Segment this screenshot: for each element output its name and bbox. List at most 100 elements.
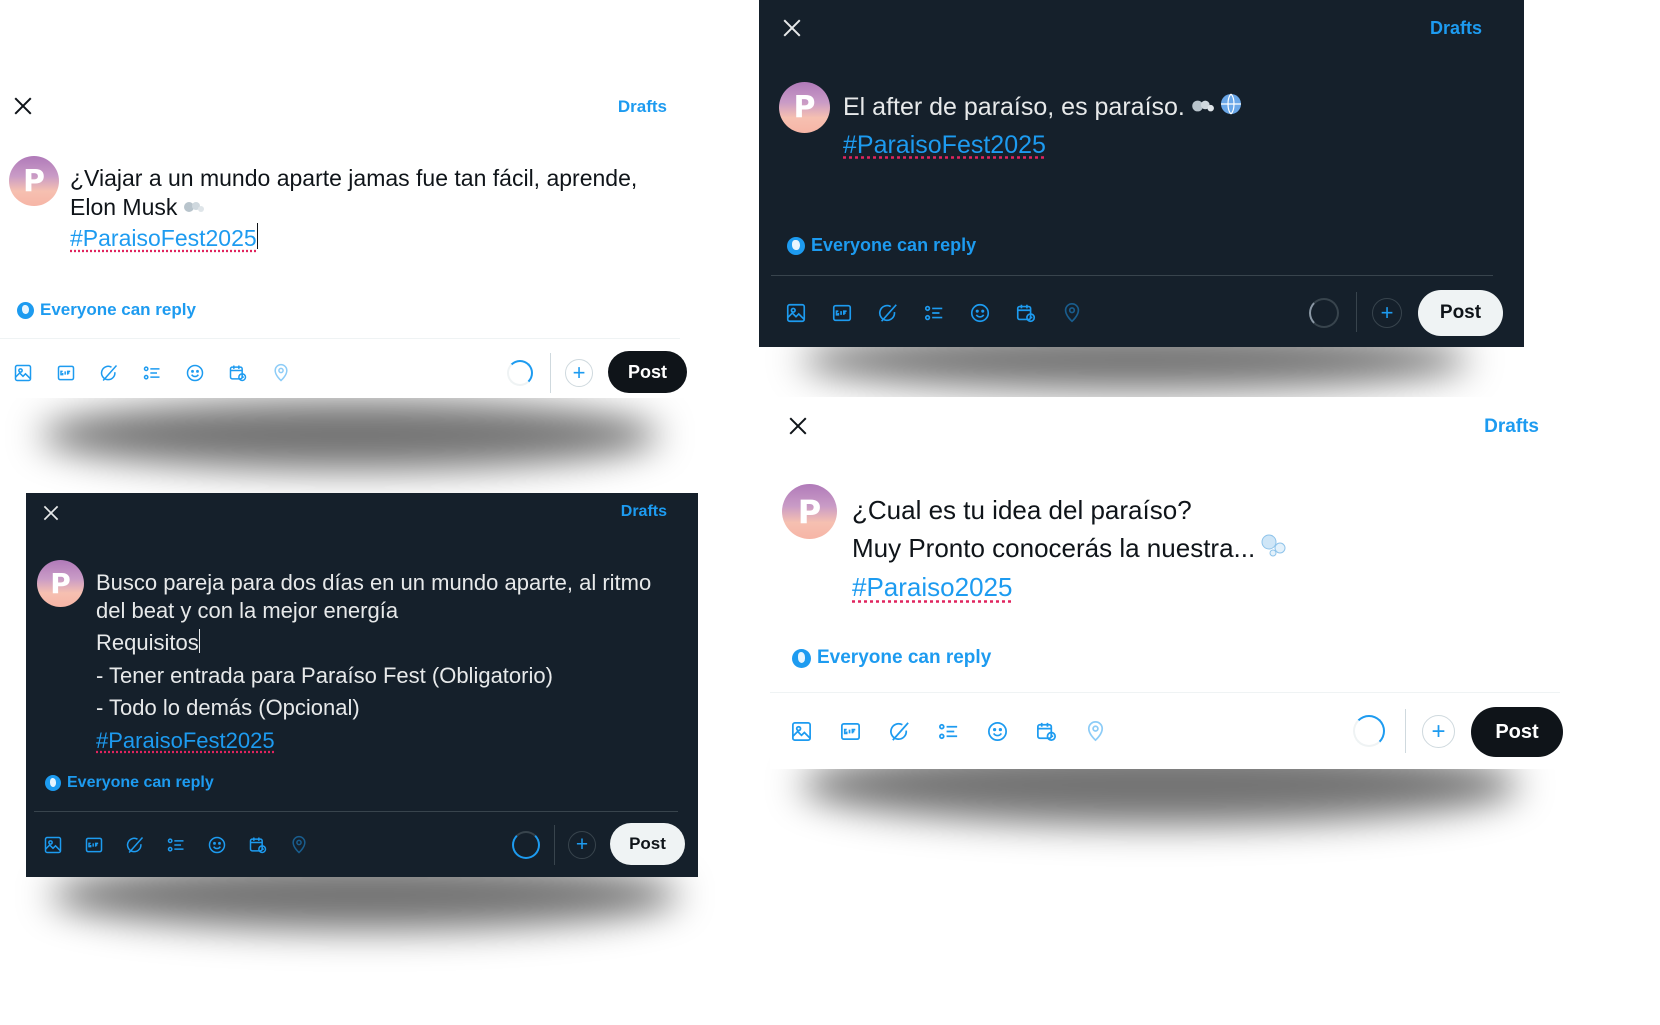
post-button[interactable]: Post [610,823,685,865]
composer-toolbar [10,360,293,385]
add-post-button[interactable]: + [568,831,596,859]
grok-icon[interactable] [874,299,901,326]
schedule-icon[interactable] [245,832,270,857]
post-text[interactable]: Busco pareja para dos días en un mundo a… [96,569,651,754]
text-line: Busco pareja para dos días en un mundo a… [96,570,652,595]
dash-emoji-icon [1189,90,1215,126]
image-icon[interactable] [10,360,35,385]
globe-icon [17,301,34,319]
character-counter [1353,715,1385,747]
gif-icon[interactable] [828,299,855,326]
text-line: ¿Viajar a un mundo aparte jamas fue tan … [70,165,638,191]
poll-icon[interactable] [920,299,947,326]
reply-settings-button[interactable]: Everyone can reply [792,647,991,669]
reply-settings-button[interactable]: Everyone can reply [787,235,976,256]
image-icon[interactable] [787,717,815,745]
avatar: P [779,82,830,133]
add-post-button[interactable]: + [565,359,593,387]
grok-icon[interactable] [96,360,121,385]
divider [771,275,1493,276]
reply-label: Everyone can reply [811,235,977,255]
reply-settings-button[interactable]: Everyone can reply [45,774,214,792]
text-line: El after de paraíso, es paraíso. [843,93,1185,121]
composer-paraiso-travel: Drafts P ¿Viajar a un mundo aparte jamas… [0,80,700,398]
text-caret [198,629,201,653]
poll-icon[interactable] [139,360,164,385]
schedule-icon[interactable] [225,360,250,385]
drafts-button[interactable]: Drafts [1484,416,1539,438]
character-counter [512,831,540,859]
post-button[interactable]: Post [1418,290,1503,336]
close-icon[interactable] [781,17,803,39]
add-post-button[interactable]: + [1372,298,1402,328]
post-text[interactable]: ¿Cual es tu idea del paraíso? Muy Pronto… [852,492,1289,607]
drafts-button[interactable]: Drafts [621,503,667,521]
hashtag: #ParaisoFest2025 [96,727,275,753]
text-line: Requisitos [96,630,199,655]
divider [34,811,678,812]
location-icon[interactable] [268,360,293,385]
location-icon[interactable] [1081,717,1109,745]
avatar: P [9,156,59,206]
character-counter [507,360,533,386]
divider [0,338,680,339]
post-button[interactable]: Post [608,351,687,393]
composer-toolbar [40,832,311,857]
drafts-button[interactable]: Drafts [618,97,667,117]
emoji-icon[interactable] [983,717,1011,745]
shadow-composer-1 [40,400,660,470]
hashtag: #Paraiso2025 [852,572,1013,603]
grok-icon[interactable] [885,717,913,745]
dash-emoji-icon [181,194,205,223]
gif-icon[interactable] [53,360,78,385]
schedule-icon[interactable] [1032,717,1060,745]
location-icon[interactable] [286,832,311,857]
emoji-icon[interactable] [182,360,207,385]
image-icon[interactable] [40,832,65,857]
emoji-icon[interactable] [966,299,993,326]
poll-icon[interactable] [163,832,188,857]
composer-idea-paraiso: Drafts P ¿Cual es tu idea del paraíso? M… [770,397,1570,769]
hashtag: #ParaisoFest2025 [70,225,257,252]
text-line: - Todo lo demás (Opcional) [96,695,360,720]
toolbar-separator [1356,292,1357,332]
post-button[interactable]: Post [1471,707,1563,757]
text-line: Elon Musk [70,193,178,220]
reply-label: Everyone can reply [40,300,196,319]
globe-icon [45,775,61,791]
text-line: Muy Pronto conocerás la nuestra... [852,532,1256,563]
reply-label: Everyone can reply [67,774,214,791]
composer-busco-pareja: Drafts P Busco pareja para dos días en u… [26,493,698,877]
post-text[interactable]: ¿Viajar a un mundo aparte jamas fue tan … [70,164,637,253]
emoji-icon[interactable] [204,832,229,857]
divider [770,692,1560,693]
text-line: ¿Cual es tu idea del paraíso? [852,495,1192,525]
composer-toolbar [782,299,1085,326]
globe-icon [792,648,811,668]
text-caret [256,223,259,250]
toolbar-separator [1405,709,1406,753]
drafts-button[interactable]: Drafts [1430,18,1482,39]
gif-icon[interactable] [836,717,864,745]
image-icon[interactable] [782,299,809,326]
close-icon[interactable] [12,95,34,117]
grok-icon[interactable] [122,832,147,857]
hashtag: #ParaisoFest2025 [843,130,1046,159]
text-line: - Tener entrada para Paraíso Fest (Oblig… [96,662,553,688]
add-post-button[interactable]: + [1422,715,1455,748]
close-icon[interactable] [42,504,61,523]
text-line: del beat y con la mejor energía [96,597,399,623]
composer-toolbar [787,717,1109,745]
reply-settings-button[interactable]: Everyone can reply [17,300,196,320]
location-icon[interactable] [1058,299,1085,326]
schedule-icon[interactable] [1012,299,1039,326]
post-text[interactable]: El after de paraíso, es paraíso. #Parais… [843,89,1243,163]
composer-after-party: Drafts P El after de paraíso, es paraíso… [759,0,1524,347]
poll-icon[interactable] [934,717,962,745]
reply-label: Everyone can reply [817,647,992,668]
character-counter [1309,298,1339,328]
globe-icon [787,236,805,255]
gif-icon[interactable] [81,832,106,857]
close-icon[interactable] [787,415,809,437]
toolbar-separator [554,825,555,865]
